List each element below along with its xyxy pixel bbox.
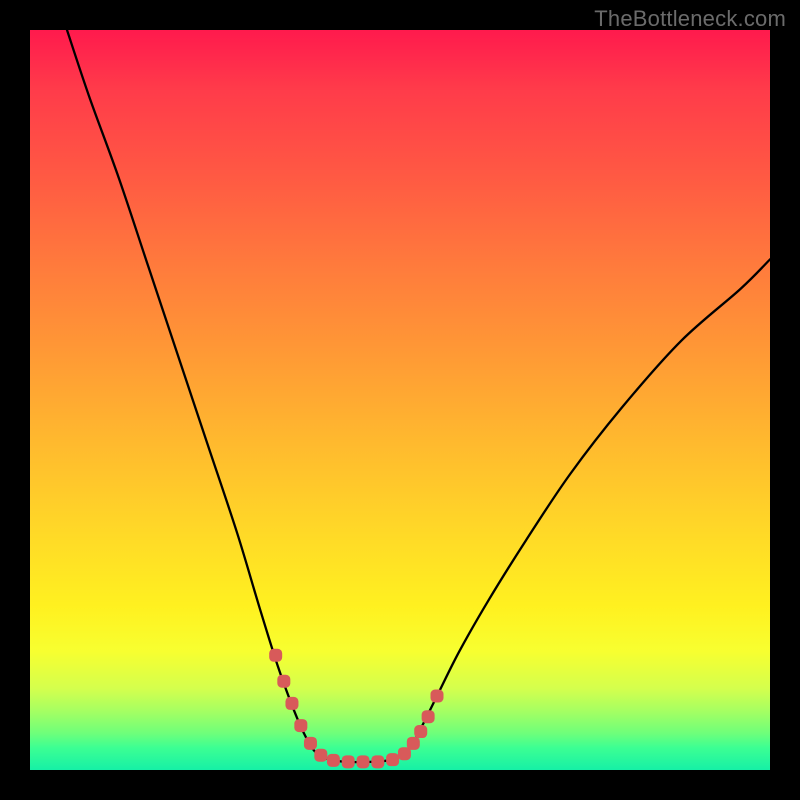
highlight-marker	[371, 755, 384, 768]
watermark-text: TheBottleneck.com	[594, 6, 786, 32]
curve-series	[67, 30, 770, 762]
highlight-marker	[414, 725, 427, 738]
highlight-marker	[422, 710, 435, 723]
highlight-marker	[269, 649, 282, 662]
curve-path	[67, 30, 770, 762]
highlight-marker	[386, 753, 399, 766]
highlight-marker	[314, 749, 327, 762]
bottleneck-curve-chart	[30, 30, 770, 770]
highlight-marker	[357, 755, 370, 768]
highlight-marker	[327, 754, 340, 767]
highlight-marker	[277, 675, 290, 688]
highlight-markers	[269, 649, 443, 769]
highlight-marker	[304, 737, 317, 750]
highlight-marker	[431, 690, 444, 703]
highlight-marker	[285, 697, 298, 710]
highlight-marker	[407, 737, 420, 750]
highlight-marker	[342, 755, 355, 768]
highlight-marker	[294, 719, 307, 732]
